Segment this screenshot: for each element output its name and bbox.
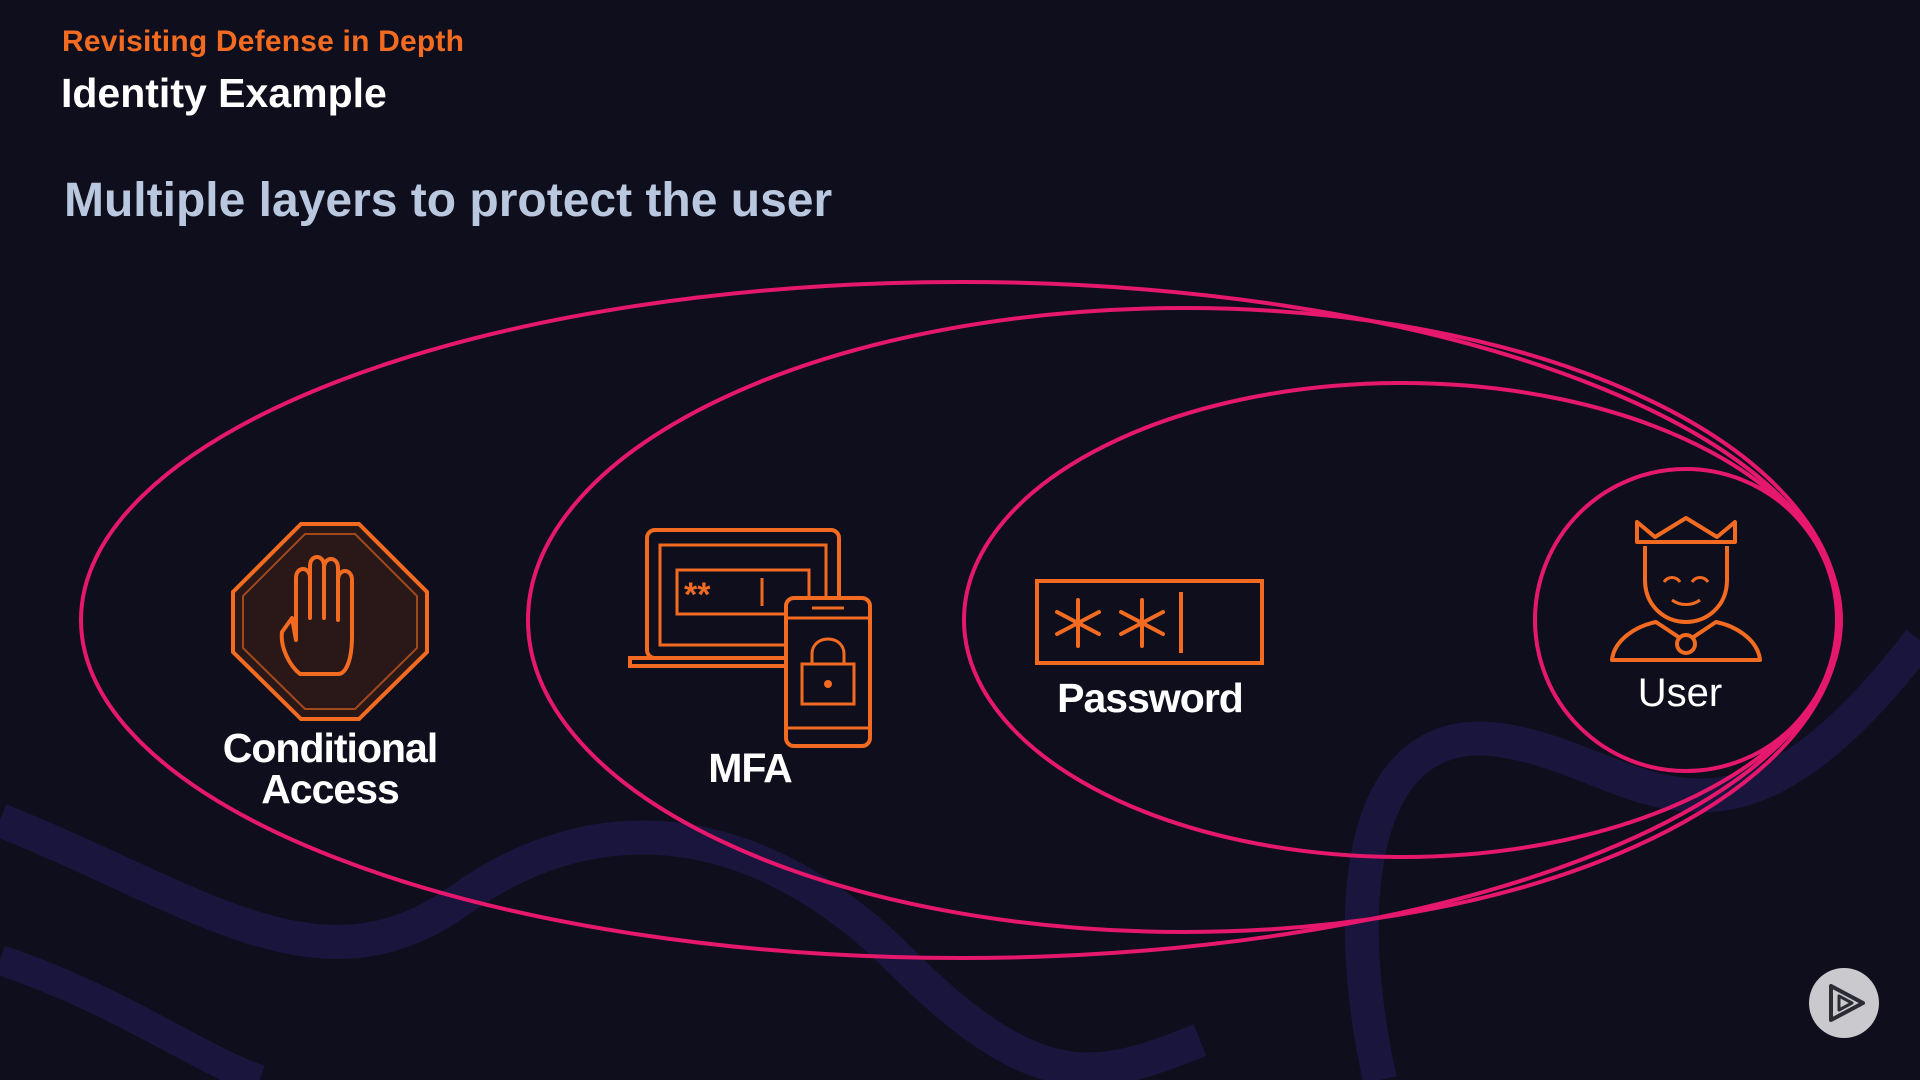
password-field-icon bbox=[1035, 579, 1264, 665]
defense-layers-diagram: ** bbox=[79, 280, 1843, 960]
laptop-phone-lock-icon: ** bbox=[628, 528, 872, 748]
play-button[interactable] bbox=[1809, 968, 1879, 1038]
layer-label-password: Password bbox=[1057, 675, 1244, 721]
crowned-user-icon bbox=[1610, 516, 1762, 662]
stop-hand-icon bbox=[231, 522, 429, 721]
play-logo-icon bbox=[1829, 984, 1865, 1022]
layer-ring-password bbox=[962, 381, 1842, 859]
layer-label-mfa: MFA bbox=[708, 745, 793, 791]
layer-label-user: User bbox=[1637, 671, 1723, 715]
layer-ring-mfa bbox=[526, 306, 1842, 934]
slide: Revisiting Defense in Depth Identity Exa… bbox=[0, 0, 1920, 1080]
layer-label-conditional-access: Conditional Access bbox=[222, 725, 438, 812]
svg-text:**: ** bbox=[684, 576, 711, 614]
